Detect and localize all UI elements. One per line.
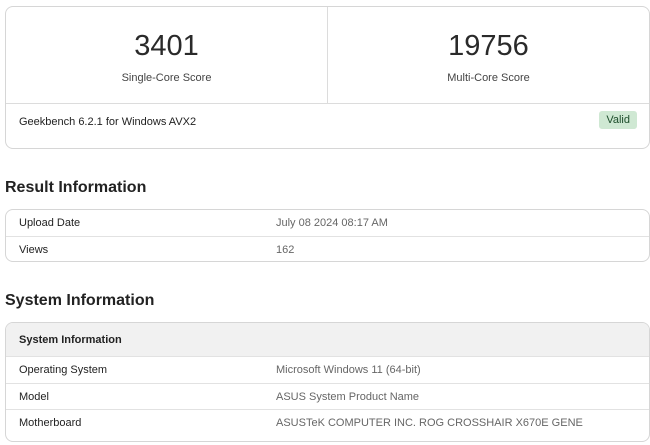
multi-core-score-box: 19756 Multi-Core Score <box>327 7 649 103</box>
scores-row: 3401 Single-Core Score 19756 Multi-Core … <box>6 7 649 104</box>
table-row: Upload Date July 08 2024 08:17 AM <box>6 210 649 236</box>
result-information-heading: Result Information <box>5 179 147 196</box>
operating-system-value: Microsoft Windows 11 (64-bit) <box>276 364 421 376</box>
system-information-heading: System Information <box>5 292 155 309</box>
version-text: Geekbench 6.2.1 for Windows AVX2 <box>19 116 197 128</box>
upload-date-key: Upload Date <box>19 217 81 229</box>
system-table-header: System Information <box>6 323 649 357</box>
single-core-score-label: Single-Core Score <box>121 72 212 84</box>
version-row: Geekbench 6.2.1 for Windows AVX2 <box>6 104 649 148</box>
views-key: Views <box>19 244 49 256</box>
system-information-table: System Information Operating System Micr… <box>5 322 650 442</box>
upload-date-value: July 08 2024 08:17 AM <box>276 217 388 229</box>
model-value: ASUS System Product Name <box>276 391 420 403</box>
table-row: Model ASUS System Product Name <box>6 383 649 409</box>
operating-system-key: Operating System <box>19 364 108 376</box>
score-card: 3401 Single-Core Score 19756 Multi-Core … <box>5 6 650 149</box>
model-key: Model <box>19 391 49 403</box>
single-core-score-value: 3401 <box>134 30 199 62</box>
views-value: 162 <box>276 244 295 256</box>
system-table-header-text: System Information <box>19 334 122 346</box>
valid-badge: Valid <box>599 111 637 129</box>
result-information-table: Upload Date July 08 2024 08:17 AM Views … <box>5 209 650 262</box>
single-core-score-box: 3401 Single-Core Score <box>6 7 327 103</box>
table-row: Views 162 <box>6 236 649 261</box>
motherboard-value: ASUSTeK COMPUTER INC. ROG CROSSHAIR X670… <box>276 417 583 429</box>
multi-core-score-label: Multi-Core Score <box>447 72 530 84</box>
motherboard-key: Motherboard <box>19 417 82 429</box>
table-row: Operating System Microsoft Windows 11 (6… <box>6 357 649 383</box>
table-row: Motherboard ASUSTeK COMPUTER INC. ROG CR… <box>6 409 649 435</box>
multi-core-score-value: 19756 <box>448 30 529 62</box>
